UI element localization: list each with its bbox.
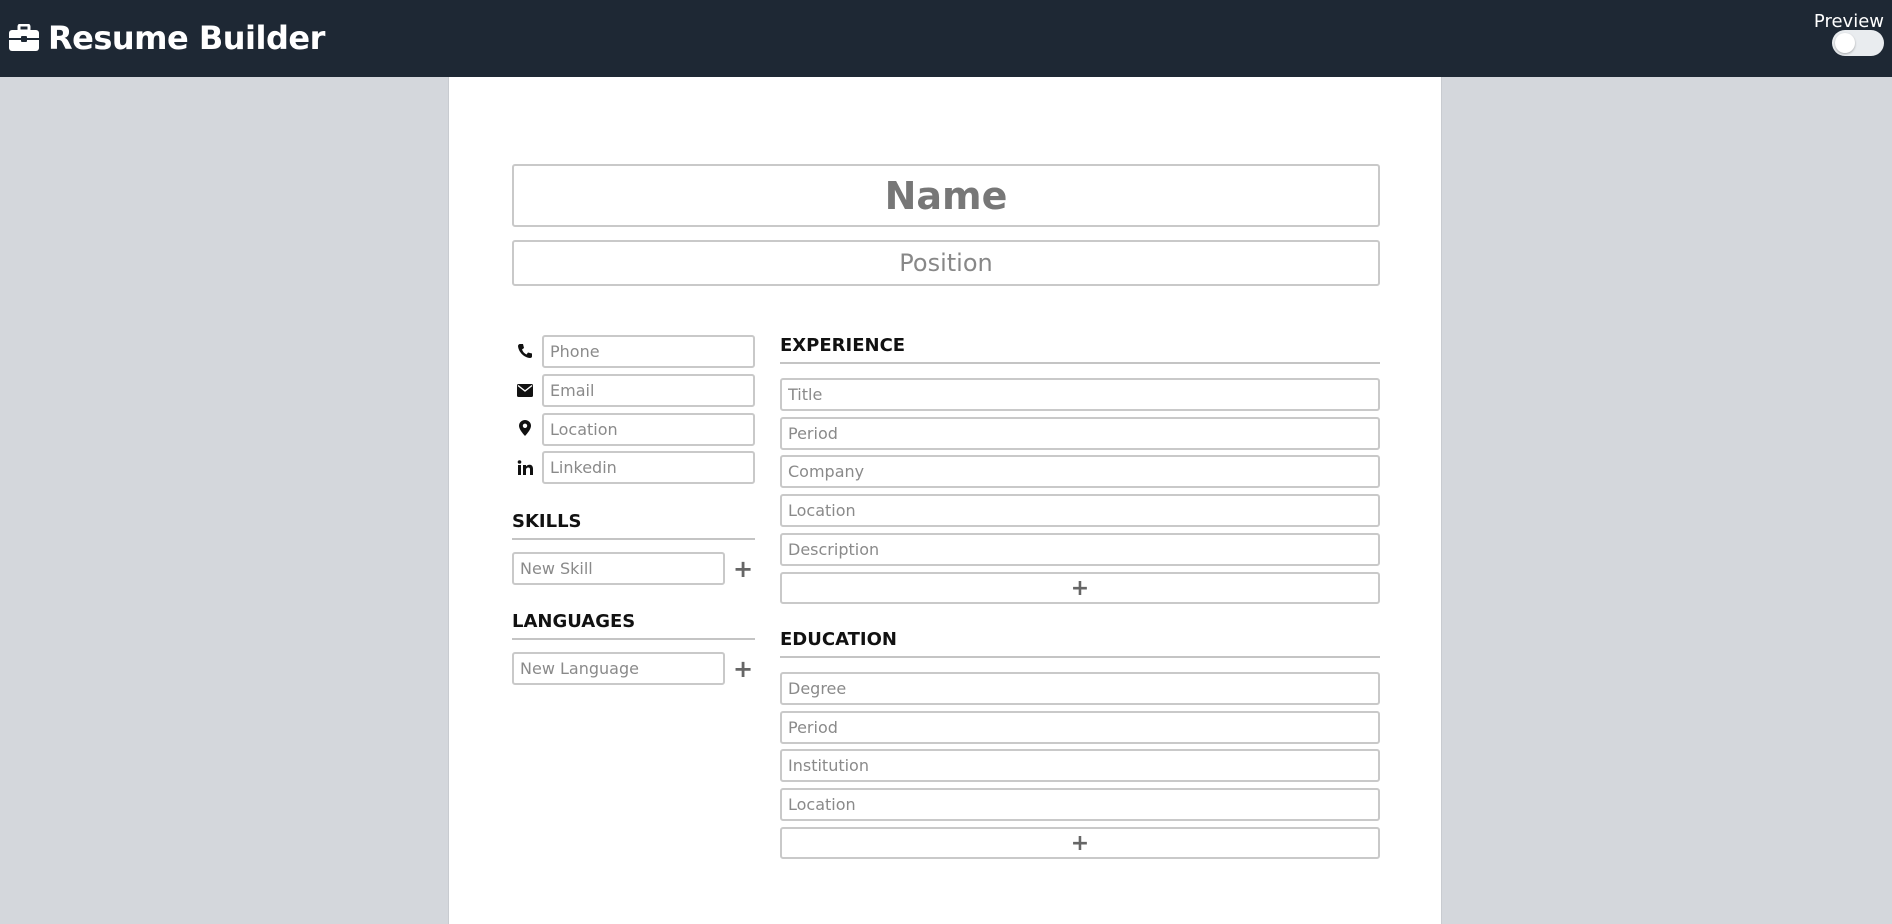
add-language-button[interactable]: + <box>731 652 755 685</box>
email-input[interactable] <box>542 374 755 407</box>
phone-icon <box>516 342 534 360</box>
education-degree-input[interactable] <box>780 672 1380 705</box>
skills-heading: SKILLS <box>512 511 755 540</box>
linkedin-icon <box>516 458 534 476</box>
preview-control: Preview <box>1798 11 1884 32</box>
top-bar: Resume Builder Preview <box>0 0 1892 77</box>
new-language-input[interactable] <box>512 652 725 685</box>
name-input[interactable] <box>512 164 1380 227</box>
location-input[interactable] <box>542 413 755 446</box>
linkedin-input[interactable] <box>542 451 755 484</box>
resume-page: SKILLS + LANGUAGES + EXPERIENCE + EDUCAT… <box>448 77 1442 924</box>
experience-title-input[interactable] <box>780 378 1380 411</box>
brand: Resume Builder <box>8 18 325 58</box>
new-skill-input[interactable] <box>512 552 725 585</box>
education-heading: EDUCATION <box>780 629 1380 658</box>
toggle-knob <box>1835 33 1855 53</box>
education-location-input[interactable] <box>780 788 1380 821</box>
experience-period-input[interactable] <box>780 417 1380 450</box>
phone-input[interactable] <box>542 335 755 368</box>
preview-toggle[interactable] <box>1832 30 1884 56</box>
experience-description-input[interactable] <box>780 533 1380 566</box>
add-skill-button[interactable]: + <box>731 552 755 585</box>
position-input[interactable] <box>512 240 1380 286</box>
education-institution-input[interactable] <box>780 749 1380 782</box>
experience-heading: EXPERIENCE <box>780 335 1380 364</box>
preview-label: Preview <box>1813 11 1884 32</box>
app-title: Resume Builder <box>48 19 325 57</box>
experience-location-input[interactable] <box>780 494 1380 527</box>
languages-heading: LANGUAGES <box>512 611 755 640</box>
experience-company-input[interactable] <box>780 455 1380 488</box>
add-education-button[interactable]: + <box>780 827 1380 859</box>
map-marker-icon <box>516 419 534 437</box>
briefcase-icon <box>8 24 40 52</box>
education-period-input[interactable] <box>780 711 1380 744</box>
add-experience-button[interactable]: + <box>780 572 1380 604</box>
envelope-icon <box>516 381 534 399</box>
